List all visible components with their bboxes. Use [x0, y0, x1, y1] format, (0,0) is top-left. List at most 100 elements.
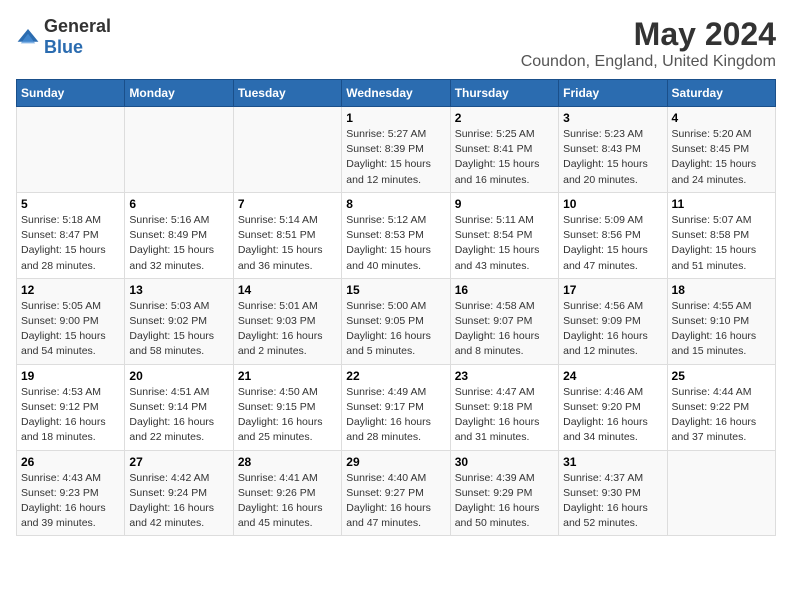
header-cell-tuesday: Tuesday [233, 80, 341, 107]
calendar-cell: 13 Sunrise: 5:03 AM Sunset: 9:02 PM Dayli… [125, 278, 233, 364]
day-info: Sunrise: 4:53 AM Sunset: 9:12 PM Dayligh… [21, 385, 120, 446]
day-info: Sunrise: 5:07 AM Sunset: 8:58 PM Dayligh… [672, 213, 771, 274]
day-number: 4 [672, 111, 771, 125]
calendar-cell: 3Sunrise: 5:23 AM Sunset: 8:43 PM Daylig… [559, 107, 667, 193]
calendar-cell: 18Sunrise: 4:55 AM Sunset: 9:10 PM Dayli… [667, 278, 775, 364]
day-number: 24 [563, 369, 662, 383]
day-info: Sunrise: 5:05 AM Sunset: 9:00 PM Dayligh… [21, 299, 120, 360]
calendar-cell: 7Sunrise: 5:14 AM Sunset: 8:51 PM Daylig… [233, 192, 341, 278]
day-number: 3 [563, 111, 662, 125]
day-number: 17 [563, 283, 662, 297]
day-number: 2 [455, 111, 554, 125]
calendar-cell: 11 Sunrise: 5:07 AM Sunset: 8:58 PM Dayli… [667, 192, 775, 278]
day-number: 21 [238, 369, 337, 383]
calendar-cell: 4 Sunrise: 5:20 AM Sunset: 8:45 PM Daylig… [667, 107, 775, 193]
day-number: 23 [455, 369, 554, 383]
header-row: SundayMondayTuesdayWednesdayThursdayFrid… [17, 80, 776, 107]
day-number: 12 [21, 283, 120, 297]
day-number: 29 [346, 455, 445, 469]
calendar-cell: 9 Sunrise: 5:11 AM Sunset: 8:54 PM Daylig… [450, 192, 558, 278]
day-number: 30 [455, 455, 554, 469]
calendar-cell: 26 Sunrise: 4:43 AM Sunset: 9:23 PM Dayli… [17, 450, 125, 536]
calendar-cell [667, 450, 775, 536]
day-info: Sunrise: 5:00 AM Sunset: 9:05 PM Dayligh… [346, 299, 445, 360]
day-number: 20 [129, 369, 228, 383]
calendar-cell: 19 Sunrise: 4:53 AM Sunset: 9:12 PM Dayli… [17, 364, 125, 450]
day-info: Sunrise: 5:25 AM Sunset: 8:41 PM Dayligh… [455, 127, 554, 188]
week-row-5: 26 Sunrise: 4:43 AM Sunset: 9:23 PM Dayli… [17, 450, 776, 536]
day-info: Sunrise: 5:14 AM Sunset: 8:51 PM Dayligh… [238, 213, 337, 274]
calendar-body: 1 Sunrise: 5:27 AM Sunset: 8:39 PM Daylig… [17, 107, 776, 536]
week-row-1: 1 Sunrise: 5:27 AM Sunset: 8:39 PM Daylig… [17, 107, 776, 193]
calendar-cell: 31Sunrise: 4:37 AM Sunset: 9:30 PM Dayli… [559, 450, 667, 536]
calendar-cell: 17 Sunrise: 4:56 AM Sunset: 9:09 PM Dayli… [559, 278, 667, 364]
calendar-cell: 14 Sunrise: 5:01 AM Sunset: 9:03 PM Dayli… [233, 278, 341, 364]
day-number: 28 [238, 455, 337, 469]
calendar-cell [125, 107, 233, 193]
day-info: Sunrise: 4:51 AM Sunset: 9:14 PM Dayligh… [129, 385, 228, 446]
calendar-cell: 5 Sunrise: 5:18 AM Sunset: 8:47 PM Daylig… [17, 192, 125, 278]
day-info: Sunrise: 5:11 AM Sunset: 8:54 PM Dayligh… [455, 213, 554, 274]
day-number: 26 [21, 455, 120, 469]
day-number: 15 [346, 283, 445, 297]
calendar-cell: 29Sunrise: 4:40 AM Sunset: 9:27 PM Dayli… [342, 450, 450, 536]
day-info: Sunrise: 5:20 AM Sunset: 8:45 PM Dayligh… [672, 127, 771, 188]
header-cell-sunday: Sunday [17, 80, 125, 107]
day-number: 31 [563, 455, 662, 469]
header-cell-wednesday: Wednesday [342, 80, 450, 107]
logo-general: General [44, 16, 111, 36]
day-number: 10 [563, 197, 662, 211]
calendar-cell [17, 107, 125, 193]
header-cell-monday: Monday [125, 80, 233, 107]
day-number: 9 [455, 197, 554, 211]
day-info: Sunrise: 4:50 AM Sunset: 9:15 PM Dayligh… [238, 385, 337, 446]
day-number: 19 [21, 369, 120, 383]
day-number: 16 [455, 283, 554, 297]
day-info: Sunrise: 5:03 AM Sunset: 9:02 PM Dayligh… [129, 299, 228, 360]
day-info: Sunrise: 4:46 AM Sunset: 9:20 PM Dayligh… [563, 385, 662, 446]
day-info: Sunrise: 5:01 AM Sunset: 9:03 PM Dayligh… [238, 299, 337, 360]
day-info: Sunrise: 4:41 AM Sunset: 9:26 PM Dayligh… [238, 471, 337, 532]
day-info: Sunrise: 4:42 AM Sunset: 9:24 PM Dayligh… [129, 471, 228, 532]
calendar-cell: 10Sunrise: 5:09 AM Sunset: 8:56 PM Dayli… [559, 192, 667, 278]
page-title: May 2024 [521, 16, 776, 53]
calendar-cell: 16 Sunrise: 4:58 AM Sunset: 9:07 PM Dayli… [450, 278, 558, 364]
calendar-cell: 21 Sunrise: 4:50 AM Sunset: 9:15 PM Dayli… [233, 364, 341, 450]
day-info: Sunrise: 5:18 AM Sunset: 8:47 PM Dayligh… [21, 213, 120, 274]
calendar-cell: 24 Sunrise: 4:46 AM Sunset: 9:20 PM Dayli… [559, 364, 667, 450]
calendar-cell: 20 Sunrise: 4:51 AM Sunset: 9:14 PM Dayli… [125, 364, 233, 450]
logo-blue: Blue [44, 37, 83, 57]
calendar-cell: 27Sunrise: 4:42 AM Sunset: 9:24 PM Dayli… [125, 450, 233, 536]
logo-icon [16, 27, 40, 47]
calendar-header: SundayMondayTuesdayWednesdayThursdayFrid… [17, 80, 776, 107]
day-number: 14 [238, 283, 337, 297]
day-number: 13 [129, 283, 228, 297]
day-info: Sunrise: 4:47 AM Sunset: 9:18 PM Dayligh… [455, 385, 554, 446]
day-info: Sunrise: 4:58 AM Sunset: 9:07 PM Dayligh… [455, 299, 554, 360]
day-number: 18 [672, 283, 771, 297]
day-info: Sunrise: 4:44 AM Sunset: 9:22 PM Dayligh… [672, 385, 771, 446]
logo-text: General Blue [44, 16, 111, 58]
week-row-4: 19 Sunrise: 4:53 AM Sunset: 9:12 PM Dayli… [17, 364, 776, 450]
day-number: 22 [346, 369, 445, 383]
day-info: Sunrise: 4:49 AM Sunset: 9:17 PM Dayligh… [346, 385, 445, 446]
day-number: 11 [672, 197, 771, 211]
day-info: Sunrise: 4:56 AM Sunset: 9:09 PM Dayligh… [563, 299, 662, 360]
day-number: 1 [346, 111, 445, 125]
day-number: 25 [672, 369, 771, 383]
calendar-cell: 22 Sunrise: 4:49 AM Sunset: 9:17 PM Dayli… [342, 364, 450, 450]
calendar-cell: 23 Sunrise: 4:47 AM Sunset: 9:18 PM Dayli… [450, 364, 558, 450]
calendar-cell: 2 Sunrise: 5:25 AM Sunset: 8:41 PM Daylig… [450, 107, 558, 193]
day-info: Sunrise: 5:12 AM Sunset: 8:53 PM Dayligh… [346, 213, 445, 274]
calendar-cell: 15 Sunrise: 5:00 AM Sunset: 9:05 PM Dayli… [342, 278, 450, 364]
day-info: Sunrise: 4:43 AM Sunset: 9:23 PM Dayligh… [21, 471, 120, 532]
calendar-table: SundayMondayTuesdayWednesdayThursdayFrid… [16, 79, 776, 536]
calendar-cell: 1 Sunrise: 5:27 AM Sunset: 8:39 PM Daylig… [342, 107, 450, 193]
calendar-cell [233, 107, 341, 193]
day-number: 5 [21, 197, 120, 211]
week-row-3: 12 Sunrise: 5:05 AM Sunset: 9:00 PM Dayli… [17, 278, 776, 364]
day-info: Sunrise: 5:27 AM Sunset: 8:39 PM Dayligh… [346, 127, 445, 188]
header-cell-saturday: Saturday [667, 80, 775, 107]
calendar-cell: 8Sunrise: 5:12 AM Sunset: 8:53 PM Daylig… [342, 192, 450, 278]
week-row-2: 5 Sunrise: 5:18 AM Sunset: 8:47 PM Daylig… [17, 192, 776, 278]
